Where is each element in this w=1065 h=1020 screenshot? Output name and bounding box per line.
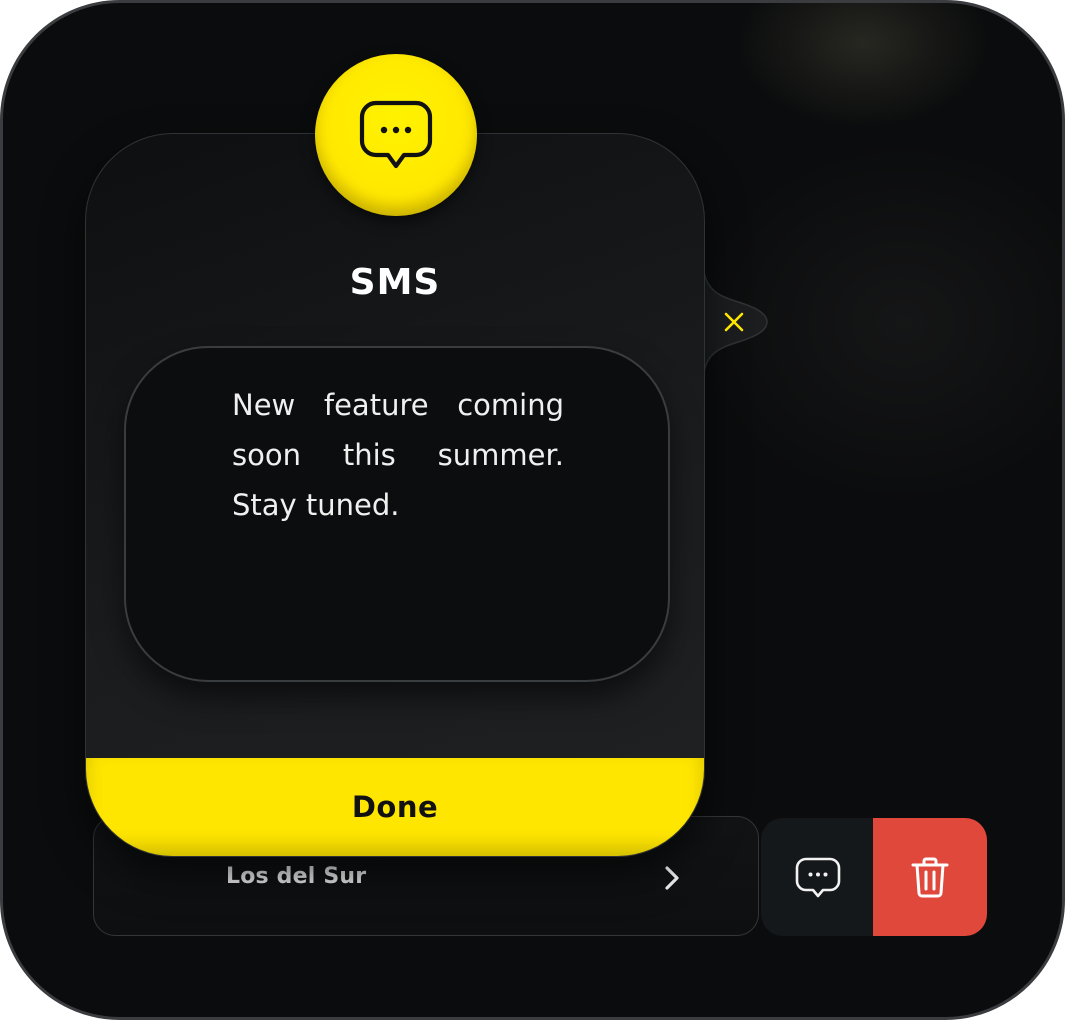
message-action-button[interactable] (761, 818, 875, 936)
modal-title: SMS (349, 262, 441, 303)
close-icon (724, 312, 744, 332)
trash-icon (911, 857, 949, 898)
message-dots-icon (795, 857, 841, 898)
message-box: New feature coming soon this summer. Sta… (124, 346, 670, 682)
message-dots-icon (359, 100, 433, 169)
delete-action-button[interactable] (873, 818, 987, 936)
sms-modal: SMS New feature coming soon this summer.… (85, 133, 705, 857)
list-item-label: Los del Sur (226, 864, 367, 889)
chevron-right-icon (665, 866, 679, 890)
sms-badge (315, 54, 477, 216)
done-button-label: Done (351, 790, 439, 824)
message-text: New feature coming soon this summer. Sta… (232, 388, 564, 522)
close-button[interactable] (717, 305, 751, 339)
done-button[interactable]: Done (86, 758, 704, 856)
app-screen: Los del Sur SMS New feature coming soon … (0, 0, 1065, 1020)
